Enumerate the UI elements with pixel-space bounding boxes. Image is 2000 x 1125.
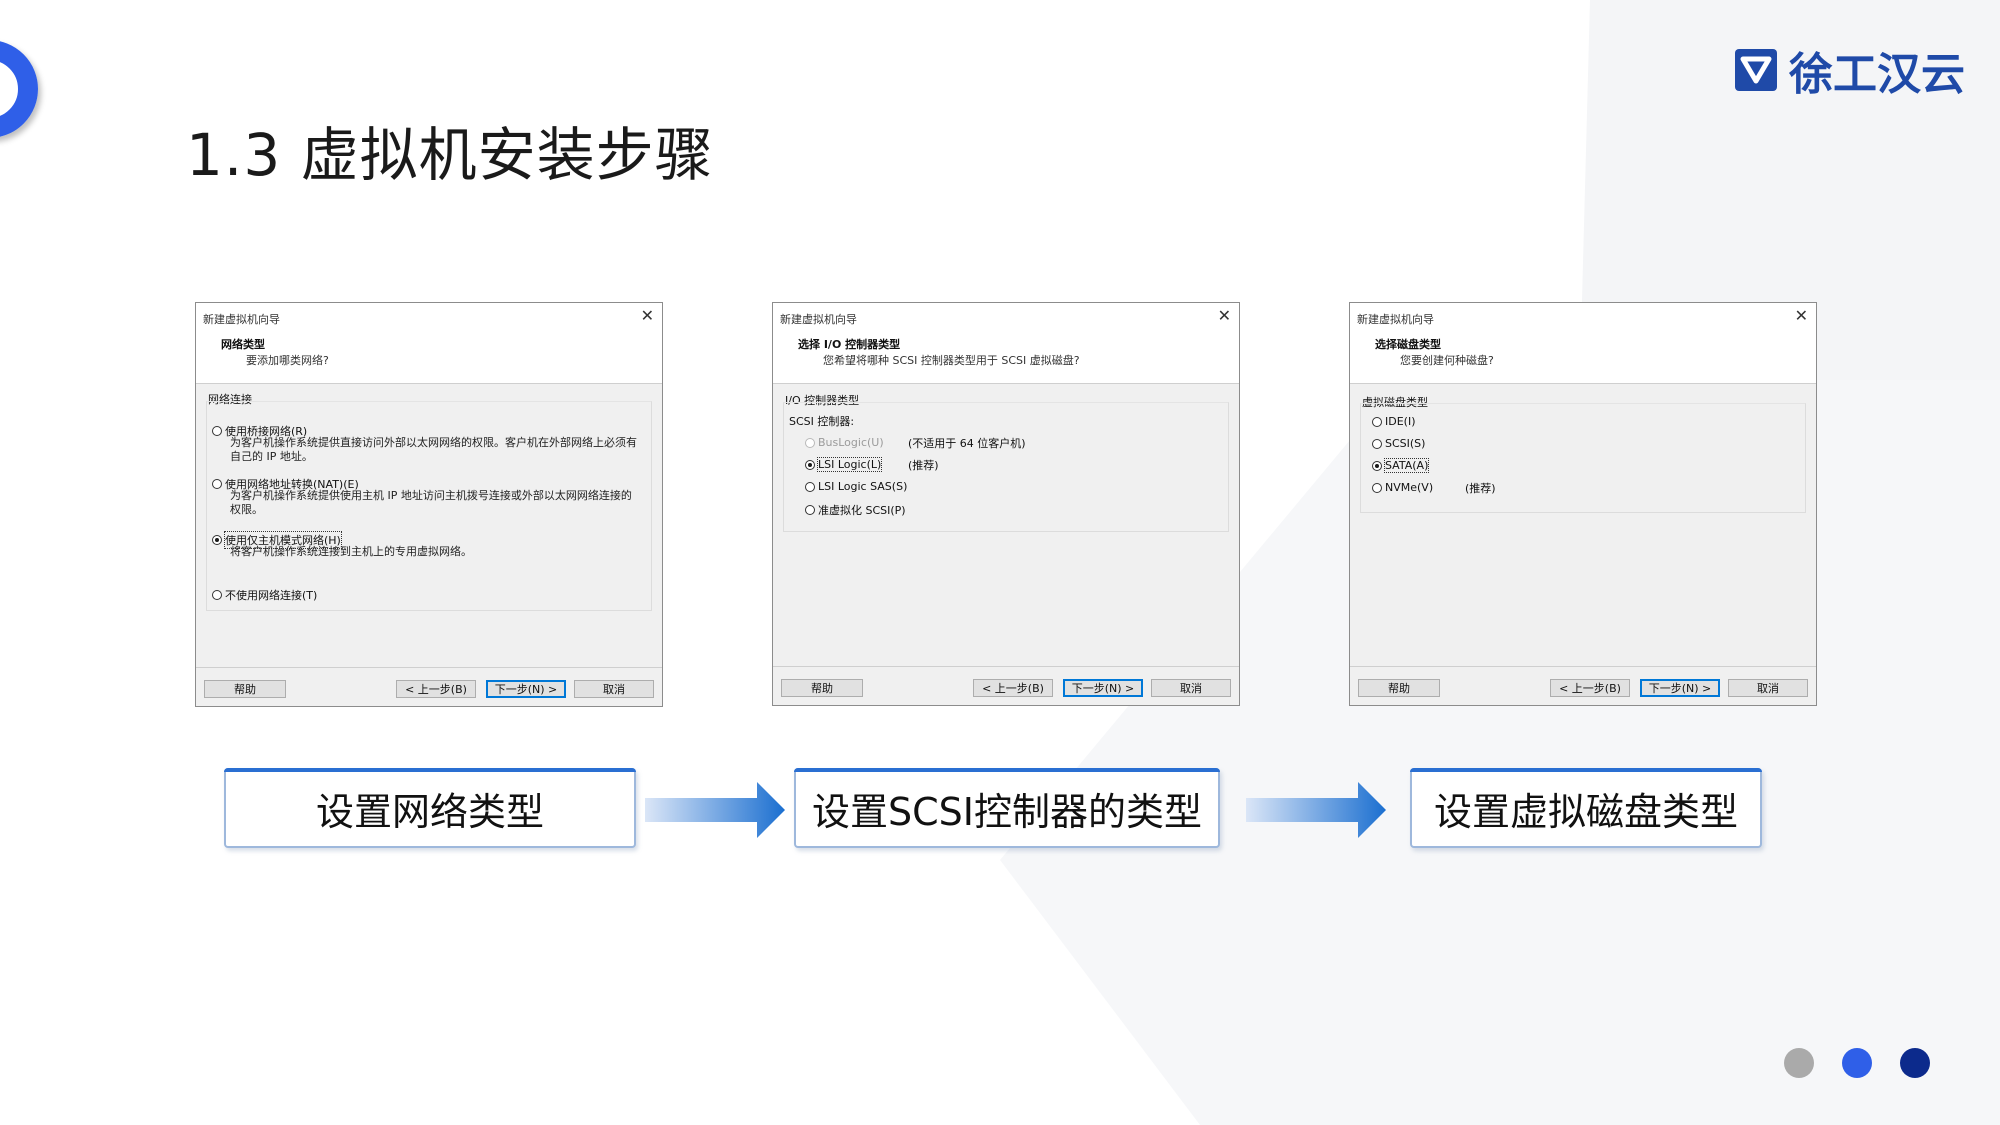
cancel-button[interactable]: 取消 <box>1151 679 1231 697</box>
option-description: 为客户机操作系统提供使用主机 IP 地址访问主机拨号连接或外部以太网网络连接的权… <box>230 489 632 516</box>
radio-button[interactable] <box>805 481 815 492</box>
radio-scsi[interactable]: SCSI(S) <box>1372 437 1425 450</box>
option-note: (推荐) <box>908 459 939 472</box>
cancel-button[interactable]: 取消 <box>574 680 654 698</box>
dialog-heading: 选择 I/O 控制器类型 <box>798 338 901 351</box>
radio-button[interactable] <box>212 426 222 436</box>
radio-button-selected[interactable] <box>212 535 222 545</box>
radio-label: IDE(I) <box>1385 415 1416 428</box>
next-button[interactable]: 下一步(N) > <box>1640 679 1720 697</box>
cancel-button[interactable]: 取消 <box>1728 679 1808 697</box>
radio-button[interactable] <box>1372 438 1382 449</box>
radio-button-selected[interactable] <box>805 459 815 470</box>
radio-label: 准虚拟化 SCSI(P) <box>818 504 906 517</box>
radio-lsi-logic[interactable]: LSI Logic(L) <box>805 457 883 472</box>
radio-button[interactable] <box>212 590 222 600</box>
step-scsi-controller-type: 设置SCSI控制器的类型 <box>794 768 1220 848</box>
scsi-controller-label: SCSI 控制器: <box>789 415 855 428</box>
radio-lsi-logic-sas[interactable]: LSI Logic SAS(S) <box>805 480 907 493</box>
radio-label: NVMe(V) <box>1385 481 1434 494</box>
help-button[interactable]: 帮助 <box>204 680 286 698</box>
radio-button-selected[interactable] <box>1372 460 1382 471</box>
dialog-footer: 帮助 < 上一步(B) 下一步(N) > 取消 <box>1350 666 1816 705</box>
option-description: 将客户机操作系统连接到主机上的专用虚拟网络。 <box>230 545 472 558</box>
dialog-subheading: 您希望将哪种 SCSI 控制器类型用于 SCSI 虚拟磁盘? <box>823 354 1080 367</box>
radio-nvme[interactable]: NVMe(V) <box>1372 481 1433 494</box>
dialog-footer: 帮助 < 上一步(B) 下一步(N) > 取消 <box>196 667 662 706</box>
network-type-dialog: 新建虚拟机向导 ✕ 网络类型 要添加哪类网络? 网络连接 使用桥接网络(R) 为… <box>195 302 663 707</box>
next-button[interactable]: 下一步(N) > <box>486 680 566 698</box>
radio-label: 不使用网络连接(T) <box>225 589 318 602</box>
radio-ide[interactable]: IDE(I) <box>1372 415 1416 428</box>
dialog-header: 新建虚拟机向导 ✕ 网络类型 要添加哪类网络? <box>196 303 662 384</box>
radio-buslogic: BusLogic(U) <box>805 436 884 449</box>
window-title: 新建虚拟机向导 <box>780 313 857 326</box>
help-button[interactable]: 帮助 <box>781 679 863 697</box>
arrow-right-icon <box>645 782 785 838</box>
disk-type-dialog: 新建虚拟机向导 ✕ 选择磁盘类型 您要创建何种磁盘? 虚拟磁盘类型 IDE(I)… <box>1349 302 1817 706</box>
radio-paravirtual-scsi[interactable]: 准虚拟化 SCSI(P) <box>805 502 906 518</box>
dialog-header: 新建虚拟机向导 ✕ 选择磁盘类型 您要创建何种磁盘? <box>1350 303 1816 384</box>
back-button[interactable]: < 上一步(B) <box>973 679 1053 697</box>
dialog-subheading: 您要创建何种磁盘? <box>1400 354 1494 367</box>
logo-mark-icon <box>1735 49 1777 91</box>
arrow-right-icon <box>1246 782 1386 838</box>
dialog-header: 新建虚拟机向导 ✕ 选择 I/O 控制器类型 您希望将哪种 SCSI 控制器类型… <box>773 303 1239 384</box>
help-button[interactable]: 帮助 <box>1358 679 1440 697</box>
step-network-type: 设置网络类型 <box>224 768 636 848</box>
option-note: (推荐) <box>1465 482 1496 495</box>
close-icon[interactable]: ✕ <box>1795 306 1808 325</box>
radio-button[interactable] <box>1372 482 1382 493</box>
radio-button[interactable] <box>805 505 815 515</box>
dialog-heading: 选择磁盘类型 <box>1375 338 1441 351</box>
radio-no-network[interactable]: 不使用网络连接(T) <box>212 587 317 603</box>
step-virtual-disk-type: 设置虚拟磁盘类型 <box>1410 768 1762 848</box>
radio-label: LSI Logic(L) <box>816 457 883 472</box>
radio-button-disabled <box>805 437 815 448</box>
radio-label: BusLogic(U) <box>818 436 884 449</box>
dialog-footer: 帮助 < 上一步(B) 下一步(N) > 取消 <box>773 666 1239 705</box>
next-button[interactable]: 下一步(N) > <box>1063 679 1143 697</box>
radio-label: SATA(A) <box>1383 458 1430 473</box>
back-button[interactable]: < 上一步(B) <box>396 680 476 698</box>
dialog-subheading: 要添加哪类网络? <box>246 354 329 367</box>
radio-sata[interactable]: SATA(A) <box>1372 458 1430 473</box>
close-icon[interactable]: ✕ <box>1218 306 1231 325</box>
dialog-heading: 网络类型 <box>221 338 265 351</box>
company-logo: 徐工汉云 <box>1733 38 1965 102</box>
page-title: 1.3 虚拟机安装步骤 <box>186 121 714 189</box>
io-controller-dialog: 新建虚拟机向导 ✕ 选择 I/O 控制器类型 您希望将哪种 SCSI 控制器类型… <box>772 302 1240 706</box>
page-dot-2[interactable] <box>1842 1048 1872 1078</box>
window-title: 新建虚拟机向导 <box>203 313 280 326</box>
window-title: 新建虚拟机向导 <box>1357 313 1434 326</box>
radio-button[interactable] <box>1372 416 1382 427</box>
option-note: (不适用于 64 位客户机) <box>908 437 1026 450</box>
logo-text: 徐工汉云 <box>1789 49 1965 100</box>
page-dot-3[interactable] <box>1900 1048 1930 1078</box>
radio-button[interactable] <box>212 479 222 489</box>
close-icon[interactable]: ✕ <box>641 306 654 325</box>
back-button[interactable]: < 上一步(B) <box>1550 679 1630 697</box>
radio-label: SCSI(S) <box>1385 437 1426 450</box>
radio-label: LSI Logic SAS(S) <box>818 480 908 493</box>
option-description: 为客户机操作系统提供直接访问外部以太网网络的权限。客户机在外部网络上必须有自己的… <box>230 436 637 463</box>
corner-ring-decoration <box>0 40 38 138</box>
page-dot-1[interactable] <box>1784 1048 1814 1078</box>
group-box <box>1360 403 1806 513</box>
